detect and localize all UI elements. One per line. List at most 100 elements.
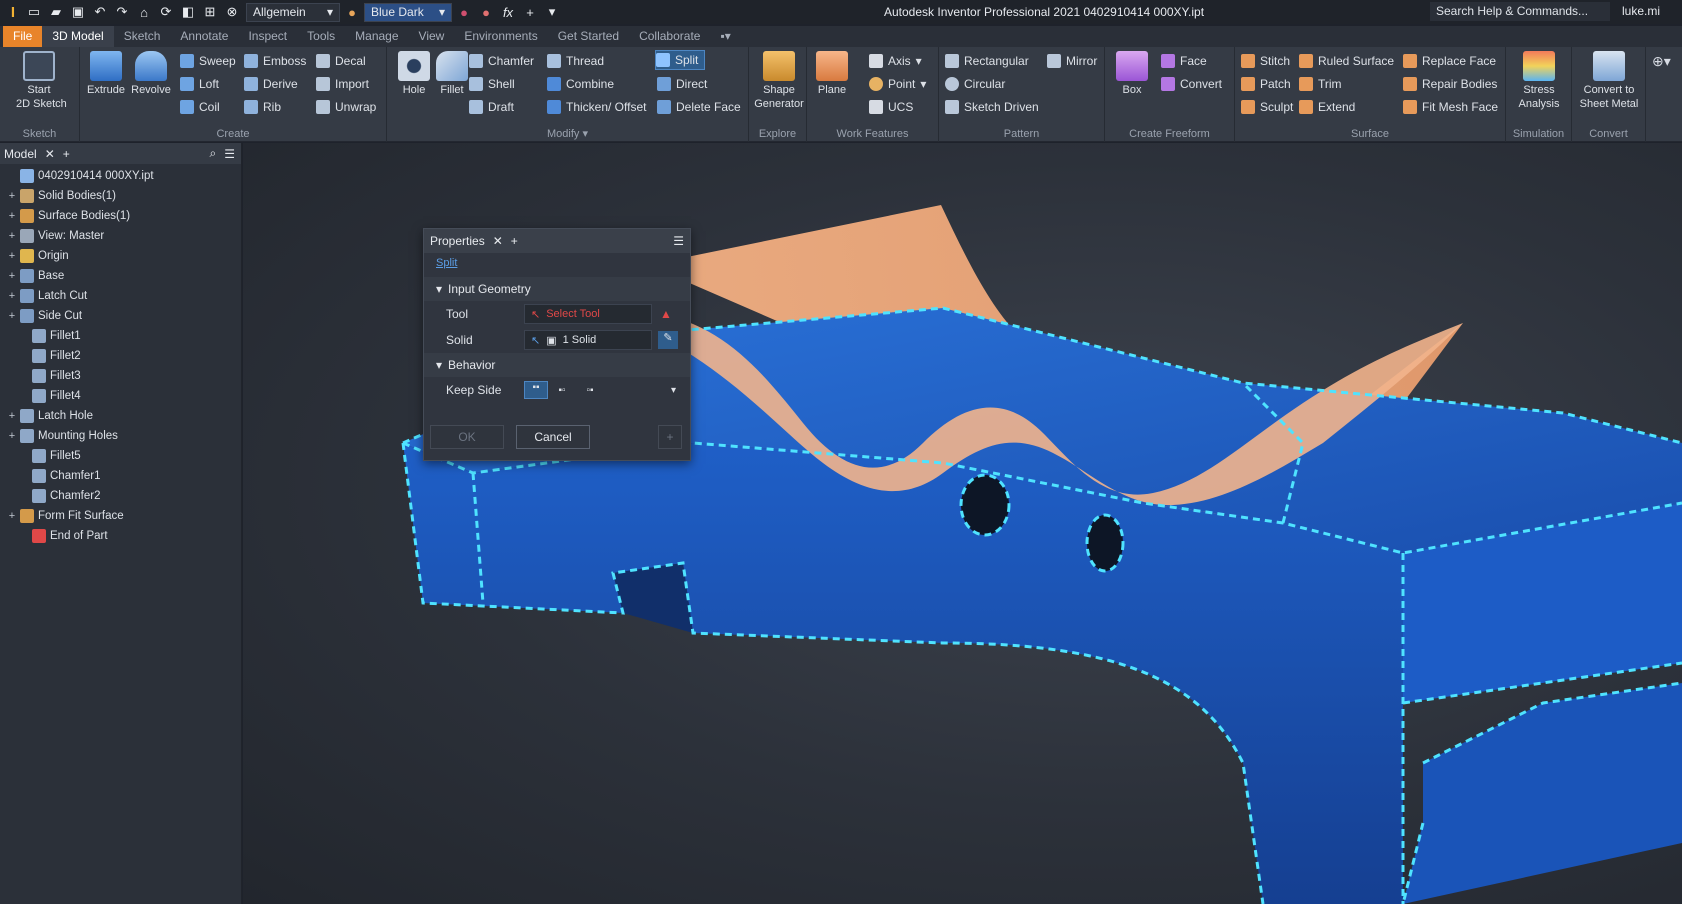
coil-button[interactable]: Coil	[180, 97, 220, 117]
tree-node[interactable]: + Solid Bodies(1)	[0, 186, 241, 206]
patch-button[interactable]: Patch	[1241, 74, 1291, 94]
latch-block-lower[interactable]	[1403, 683, 1682, 904]
tab-overflow-icon[interactable]: ▪▾	[710, 26, 740, 47]
freeform-face-button[interactable]: Face	[1161, 51, 1207, 71]
sweep-button[interactable]: Sweep	[180, 51, 236, 71]
ok-button[interactable]: OK	[430, 425, 504, 449]
sketch-driven-pattern-button[interactable]: Sketch Driven	[945, 97, 1039, 117]
derive-button[interactable]: Derive	[244, 74, 298, 94]
tab-inspect[interactable]: Inspect	[238, 26, 297, 47]
stop-icon[interactable]: ⊗	[222, 2, 242, 22]
split-button[interactable]: Split	[655, 50, 706, 70]
select-filter-icon[interactable]: ◧	[178, 2, 198, 22]
expand-toggle-icon[interactable]: +	[6, 430, 18, 442]
tab-sketch[interactable]: Sketch	[114, 26, 171, 47]
ruled-surface-button[interactable]: Ruled Surface	[1299, 51, 1394, 71]
chevron-down-icon[interactable]: ▾	[671, 385, 676, 396]
command-link-split[interactable]: Split	[424, 253, 690, 277]
tree-node[interactable]: Chamfer2	[0, 486, 241, 506]
expand-toggle-icon[interactable]: +	[6, 270, 18, 282]
stitch-button[interactable]: Stitch	[1241, 51, 1290, 71]
browser-tab-model[interactable]: Model	[4, 147, 37, 161]
expand-toggle-icon[interactable]: +	[6, 410, 18, 422]
menu-icon[interactable]: ☰	[224, 147, 235, 161]
tab-3d-model[interactable]: 3D Model	[42, 26, 114, 47]
tree-node[interactable]: + Origin	[0, 246, 241, 266]
decal-button[interactable]: Decal	[316, 51, 366, 71]
tree-node[interactable]: Fillet4	[0, 386, 241, 406]
tree-node[interactable]: + Side Cut	[0, 306, 241, 326]
add-tab-icon[interactable]: +	[511, 234, 518, 248]
tab-collaborate[interactable]: Collaborate	[629, 26, 710, 47]
revolve-button[interactable]: Revolve	[128, 51, 174, 97]
search-icon[interactable]: ⌕	[210, 146, 217, 161]
tree-node[interactable]: Fillet3	[0, 366, 241, 386]
add-tab-icon[interactable]: +	[63, 147, 70, 161]
menu-icon[interactable]: ☰	[673, 234, 684, 248]
section-behavior[interactable]: ▾ Behavior	[424, 353, 690, 377]
mirror-button[interactable]: Mirror	[1047, 51, 1097, 71]
search-help-input[interactable]: Search Help & Commands...	[1430, 2, 1610, 21]
solid-pick-icon[interactable]: ✎	[658, 331, 678, 349]
home-icon[interactable]: ⌂	[134, 2, 154, 22]
unwrap-button[interactable]: Unwrap	[316, 97, 376, 117]
ucs-button[interactable]: UCS	[869, 97, 913, 117]
circular-pattern-button[interactable]: Circular	[945, 74, 1005, 94]
new-file-icon[interactable]: ▭	[24, 2, 44, 22]
tab-file[interactable]: File	[3, 26, 43, 47]
sculpt-button[interactable]: Sculpt	[1241, 97, 1293, 117]
thread-button[interactable]: Thread	[547, 51, 604, 71]
tree-node[interactable]: Chamfer1	[0, 466, 241, 486]
direct-button[interactable]: Direct	[657, 74, 707, 94]
plane-button[interactable]: Plane	[809, 51, 855, 97]
undo-icon[interactable]: ↶	[90, 2, 110, 22]
stress-analysis-button[interactable]: Stress Analysis	[1514, 51, 1564, 111]
panel-label-modify[interactable]: Modify ▾	[387, 127, 748, 140]
extend-button[interactable]: Extend	[1299, 97, 1355, 117]
extrude-button[interactable]: Extrude	[83, 51, 129, 97]
expand-toggle-icon[interactable]: +	[6, 190, 18, 202]
appearance-icon[interactable]: ●	[342, 2, 362, 22]
tree-node[interactable]: + Form Fit Surface	[0, 506, 241, 526]
open-folder-icon[interactable]: ▰	[46, 2, 66, 22]
latch-cut[interactable]	[613, 563, 693, 633]
measure-icon[interactable]: ⊞	[200, 2, 220, 22]
parameters-fx-icon[interactable]: fx	[498, 2, 518, 22]
point-button[interactable]: Point ▾	[869, 74, 926, 94]
tree-node[interactable]: + View: Master	[0, 226, 241, 246]
solid-selector[interactable]: ↖ ▣ 1 Solid	[524, 330, 652, 350]
expand-toggle-icon[interactable]: +	[6, 250, 18, 262]
keep-left-side-icon[interactable]: ▪▫	[548, 385, 576, 396]
rib-button[interactable]: Rib	[244, 97, 281, 117]
emboss-button[interactable]: Emboss	[244, 51, 306, 71]
delete-face-button[interactable]: Delete Face	[657, 97, 741, 117]
import-button[interactable]: Import	[316, 74, 369, 94]
tab-view[interactable]: View	[409, 26, 455, 47]
close-icon[interactable]: ✕	[45, 147, 55, 161]
clear-override-icon[interactable]: ●	[476, 2, 496, 22]
redo-icon[interactable]: ↷	[112, 2, 132, 22]
rectangular-pattern-button[interactable]: Rectangular	[945, 51, 1029, 71]
convert-to-sheet-metal-button[interactable]: Convert to Sheet Metal	[1576, 51, 1642, 111]
replace-face-button[interactable]: Replace Face	[1403, 51, 1496, 71]
tool-selector[interactable]: ↖ Select Tool	[524, 304, 652, 324]
axis-button[interactable]: Axis ▾	[869, 51, 922, 71]
apply-plus-button[interactable]: +	[658, 425, 682, 449]
tree-node[interactable]: + Base	[0, 266, 241, 286]
ribbon-options-icon[interactable]: ⊕▾	[1652, 53, 1671, 70]
close-icon[interactable]: ✕	[493, 234, 503, 248]
freeform-convert-button[interactable]: Convert	[1161, 74, 1222, 94]
tree-node[interactable]: Fillet2	[0, 346, 241, 366]
shell-button[interactable]: Shell	[469, 74, 515, 94]
update-icon[interactable]: ⟳	[156, 2, 176, 22]
shape-generator-button[interactable]: Shape Generator	[753, 51, 805, 111]
start-2d-sketch-button[interactable]: Start 2D Sketch	[16, 51, 67, 111]
tree-node[interactable]: + Latch Hole	[0, 406, 241, 426]
add-icon[interactable]: +	[520, 2, 540, 22]
expand-toggle-icon[interactable]: +	[6, 210, 18, 222]
user-account[interactable]: luke.mi	[1622, 4, 1660, 18]
tree-node[interactable]: + Mounting Holes	[0, 426, 241, 446]
cancel-button[interactable]: Cancel	[516, 425, 590, 449]
box-button[interactable]: Box	[1109, 51, 1155, 97]
tree-node[interactable]: End of Part	[0, 526, 241, 546]
